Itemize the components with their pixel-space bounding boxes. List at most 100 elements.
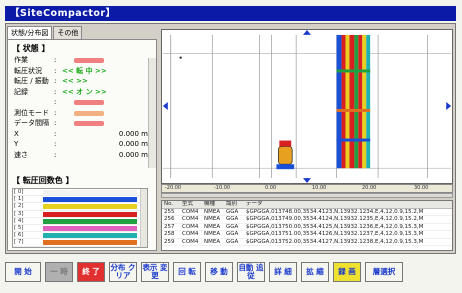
nmea-log-list[interactable]: No. 型式 機種 識別 データ 255 COM4 NMEA GGA $GPGGA,01… [161, 200, 453, 251]
log-id: GGA [226, 223, 239, 230]
status-colon: : [54, 77, 57, 85]
pause-button[interactable]: 一 時 [45, 262, 73, 282]
map-horizontal-scrollbar[interactable] [161, 193, 453, 198]
status-value-blur [74, 58, 104, 63]
status-label: 転圧 / 振動 [14, 77, 49, 85]
record-button[interactable]: 録 画 [333, 262, 361, 282]
status-value-blur [74, 100, 104, 105]
tab-status-map[interactable]: 状態/分布図 [7, 26, 53, 40]
status-row: 転圧 / 振動: << >> [14, 77, 156, 86]
color-legend-scrollbar[interactable] [140, 189, 147, 247]
ruler-label: -10.00 [214, 185, 231, 191]
status-number: 0.000 m [118, 150, 148, 159]
detail-button[interactable]: 詳 細 [269, 262, 297, 282]
color-legend-label: [ 2] [14, 203, 24, 210]
start-button[interactable]: 開 始 [5, 262, 41, 282]
ruler-label: 10.00 [312, 185, 327, 191]
compaction-strip [336, 34, 371, 169]
log-id: GGA [226, 208, 239, 215]
status-colon: : [54, 119, 57, 127]
tab-other[interactable]: その他 [53, 26, 83, 40]
color-swatch [43, 240, 137, 246]
log-data: $GPGGA,013752.00,3534.4127,N,13932.1238,… [246, 238, 424, 245]
color-legend-item[interactable]: [ 6] [13, 232, 147, 240]
status-value-blur [74, 110, 104, 116]
log-type: COM4 [182, 238, 199, 245]
color-swatch [43, 190, 137, 195]
status-label: 転圧状況 [14, 66, 42, 75]
rotate-button[interactable]: 回 転 [173, 262, 201, 282]
status-label: 作業 [14, 56, 28, 64]
status-colon: : [54, 129, 57, 138]
log-type: COM4 [182, 223, 199, 230]
status-value-blur [74, 121, 104, 126]
change-view-button[interactable]: 表示 変更 [141, 262, 169, 282]
color-legend-item[interactable]: [ 0] [13, 189, 147, 197]
log-model: NMEA [204, 216, 221, 222]
color-legend-item[interactable]: [ 5] [13, 225, 147, 233]
color-swatch [43, 197, 137, 203]
color-legend-item[interactable]: [ 2] [13, 203, 147, 211]
status-heading: 【 状態 】 [12, 44, 50, 53]
color-legend-label: [ 1] [14, 196, 24, 203]
status-label: 速さ [14, 150, 28, 159]
color-legend-label: [ 7] [14, 239, 24, 246]
status-row: 転圧状況: << 転 中 >> [14, 67, 156, 76]
log-model: NMEA [204, 238, 221, 245]
compaction-map[interactable] [161, 29, 453, 184]
log-no: 255 [164, 208, 175, 215]
log-no: 259 [164, 238, 175, 245]
log-row[interactable]: 258 COM4 NMEA GGA $GPGGA,013751.00,3534.4126… [162, 231, 452, 239]
status-colon: : [54, 87, 57, 96]
status-row: 作業: [14, 56, 156, 65]
log-data: $GPGGA,013749.00,3534.4124,N,13932.1235,… [246, 216, 424, 222]
clear-map-button[interactable]: 分布 クリア [109, 262, 137, 282]
color-swatch [43, 218, 137, 224]
log-row[interactable]: 256 COM4 NMEA GGA $GPGGA,013749.00,3534.4124… [162, 216, 452, 224]
status-colon: : [54, 98, 57, 106]
status-value: << >> [62, 77, 88, 85]
status-label: X [14, 129, 19, 138]
color-legend-item[interactable]: [ 1] [13, 196, 147, 204]
status-number: 0.000 m [118, 129, 148, 138]
x-axis-ruler: -20.00 -10.00 0.00 10.00 20.00 30.00 [161, 184, 453, 193]
log-col-id: 識別 [226, 201, 238, 207]
log-row[interactable]: 259 COM4 NMEA GGA $GPGGA,013752.00,3534.4127… [162, 238, 452, 246]
status-row: 測位モード: [14, 109, 156, 118]
status-value: << 転 中 >> [62, 66, 107, 75]
status-scrollbar[interactable] [148, 58, 156, 168]
window-title-bar: 【SiteCompactor】 [5, 6, 456, 21]
tab-strip: 状態/分布図 その他 [7, 26, 83, 40]
status-colon: : [54, 66, 57, 75]
zoom-button[interactable]: 拡 縮 [301, 262, 329, 282]
ruler-label: 0.00 [265, 185, 277, 191]
move-button[interactable]: 移 動 [205, 262, 233, 282]
log-type: COM4 [182, 231, 199, 237]
status-value: << オ ン >> [62, 87, 107, 96]
color-legend-label: [ 6] [14, 232, 24, 239]
color-legend-list: [ 0][ 1][ 2][ 3][ 4][ 5][ 6][ 7] [12, 188, 148, 248]
color-legend-item[interactable]: [ 4] [13, 218, 147, 225]
layer-select-button[interactable]: 層選択 [365, 262, 403, 282]
color-swatch [43, 233, 137, 239]
status-colon: : [54, 150, 57, 159]
color-legend-item[interactable]: [ 3] [13, 211, 147, 218]
color-legend-label: [ 3] [14, 210, 24, 217]
status-colon: : [54, 108, 57, 117]
log-header: No. 型式 機種 識別 データ [162, 201, 452, 209]
log-model: NMEA [204, 208, 221, 215]
status-row: 記録: << オ ン >> [14, 88, 156, 97]
log-model: NMEA [204, 231, 221, 237]
auto-follow-button[interactable]: 自動 追従 [237, 262, 265, 282]
ruler-label: -20.00 [165, 185, 182, 191]
log-data: $GPGGA,013751.00,3534.4126,N,13932.1237,… [246, 231, 424, 237]
log-row[interactable]: 257 COM4 NMEA GGA $GPGGA,013750.00,3534.4125… [162, 223, 452, 231]
log-model: NMEA [204, 223, 221, 230]
stop-button[interactable]: 終 了 [77, 262, 105, 282]
status-colon: : [54, 140, 57, 148]
log-row[interactable]: 255 COM4 NMEA GGA $GPGGA,013748.00,3534.4123… [162, 208, 452, 216]
window-title: 【SiteCompactor】 [10, 8, 116, 19]
log-type: COM4 [182, 208, 199, 215]
command-toolbar: 開 始一 時終 了分布 クリア 表示 変更回 転移 動自動 追従詳 細拡 縮録 画… [5, 260, 456, 284]
color-legend-item[interactable]: [ 7] [13, 239, 147, 247]
